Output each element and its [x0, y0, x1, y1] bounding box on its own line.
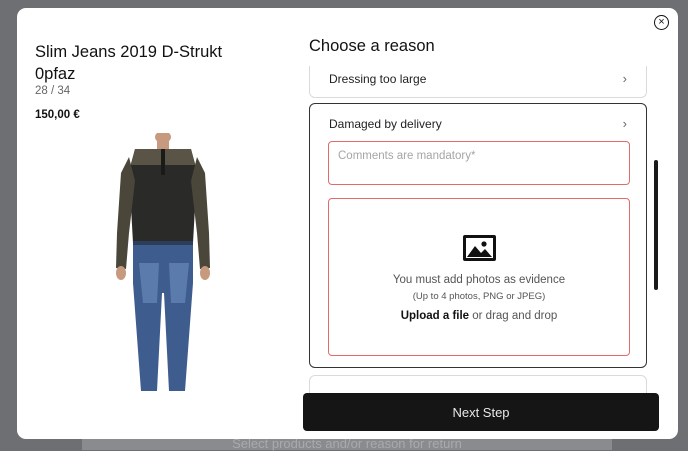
return-reason-modal: × Slim Jeans 2019 D-Strukt 0pfaz 28 / 34… — [17, 8, 678, 439]
product-image — [113, 131, 213, 393]
product-size: 28 / 34 — [35, 85, 71, 97]
evidence-text: You must add photos as evidence — [392, 274, 566, 286]
scrollbar[interactable] — [654, 160, 658, 290]
upload-hint: (Up to 4 photos, PNG or JPEG) — [412, 291, 546, 302]
comments-textarea[interactable]: Comments are mandatory* — [328, 141, 630, 185]
next-step-button[interactable]: Next Step — [303, 393, 659, 431]
reason-heading: Choose a reason — [309, 37, 435, 55]
product-price: 150,00 € — [35, 109, 80, 121]
reason-option-label: Dressing too large — [329, 72, 427, 86]
photo-upload-dropzone[interactable]: You must add photos as evidence (Up to 4… — [328, 198, 630, 356]
comments-placeholder: Comments are mandatory* — [338, 150, 476, 162]
chevron-right-icon: › — [622, 71, 627, 86]
drag-drop-text: or drag and drop — [472, 310, 558, 322]
chevron-right-icon: › — [622, 116, 627, 131]
reason-list: Dressing too large › Damaged by delivery… — [308, 66, 650, 396]
image-icon — [463, 235, 496, 261]
close-icon[interactable]: × — [654, 15, 669, 30]
reason-option-label: Damaged by delivery — [329, 117, 442, 131]
product-title: Slim Jeans 2019 D-Strukt 0pfaz — [35, 43, 223, 83]
upload-file-link[interactable]: Upload a file — [401, 310, 469, 322]
reason-option-damaged-by-delivery[interactable]: Damaged by delivery › Comments are manda… — [309, 103, 647, 368]
reason-option-dressing-too-large[interactable]: Dressing too large › — [309, 66, 647, 98]
